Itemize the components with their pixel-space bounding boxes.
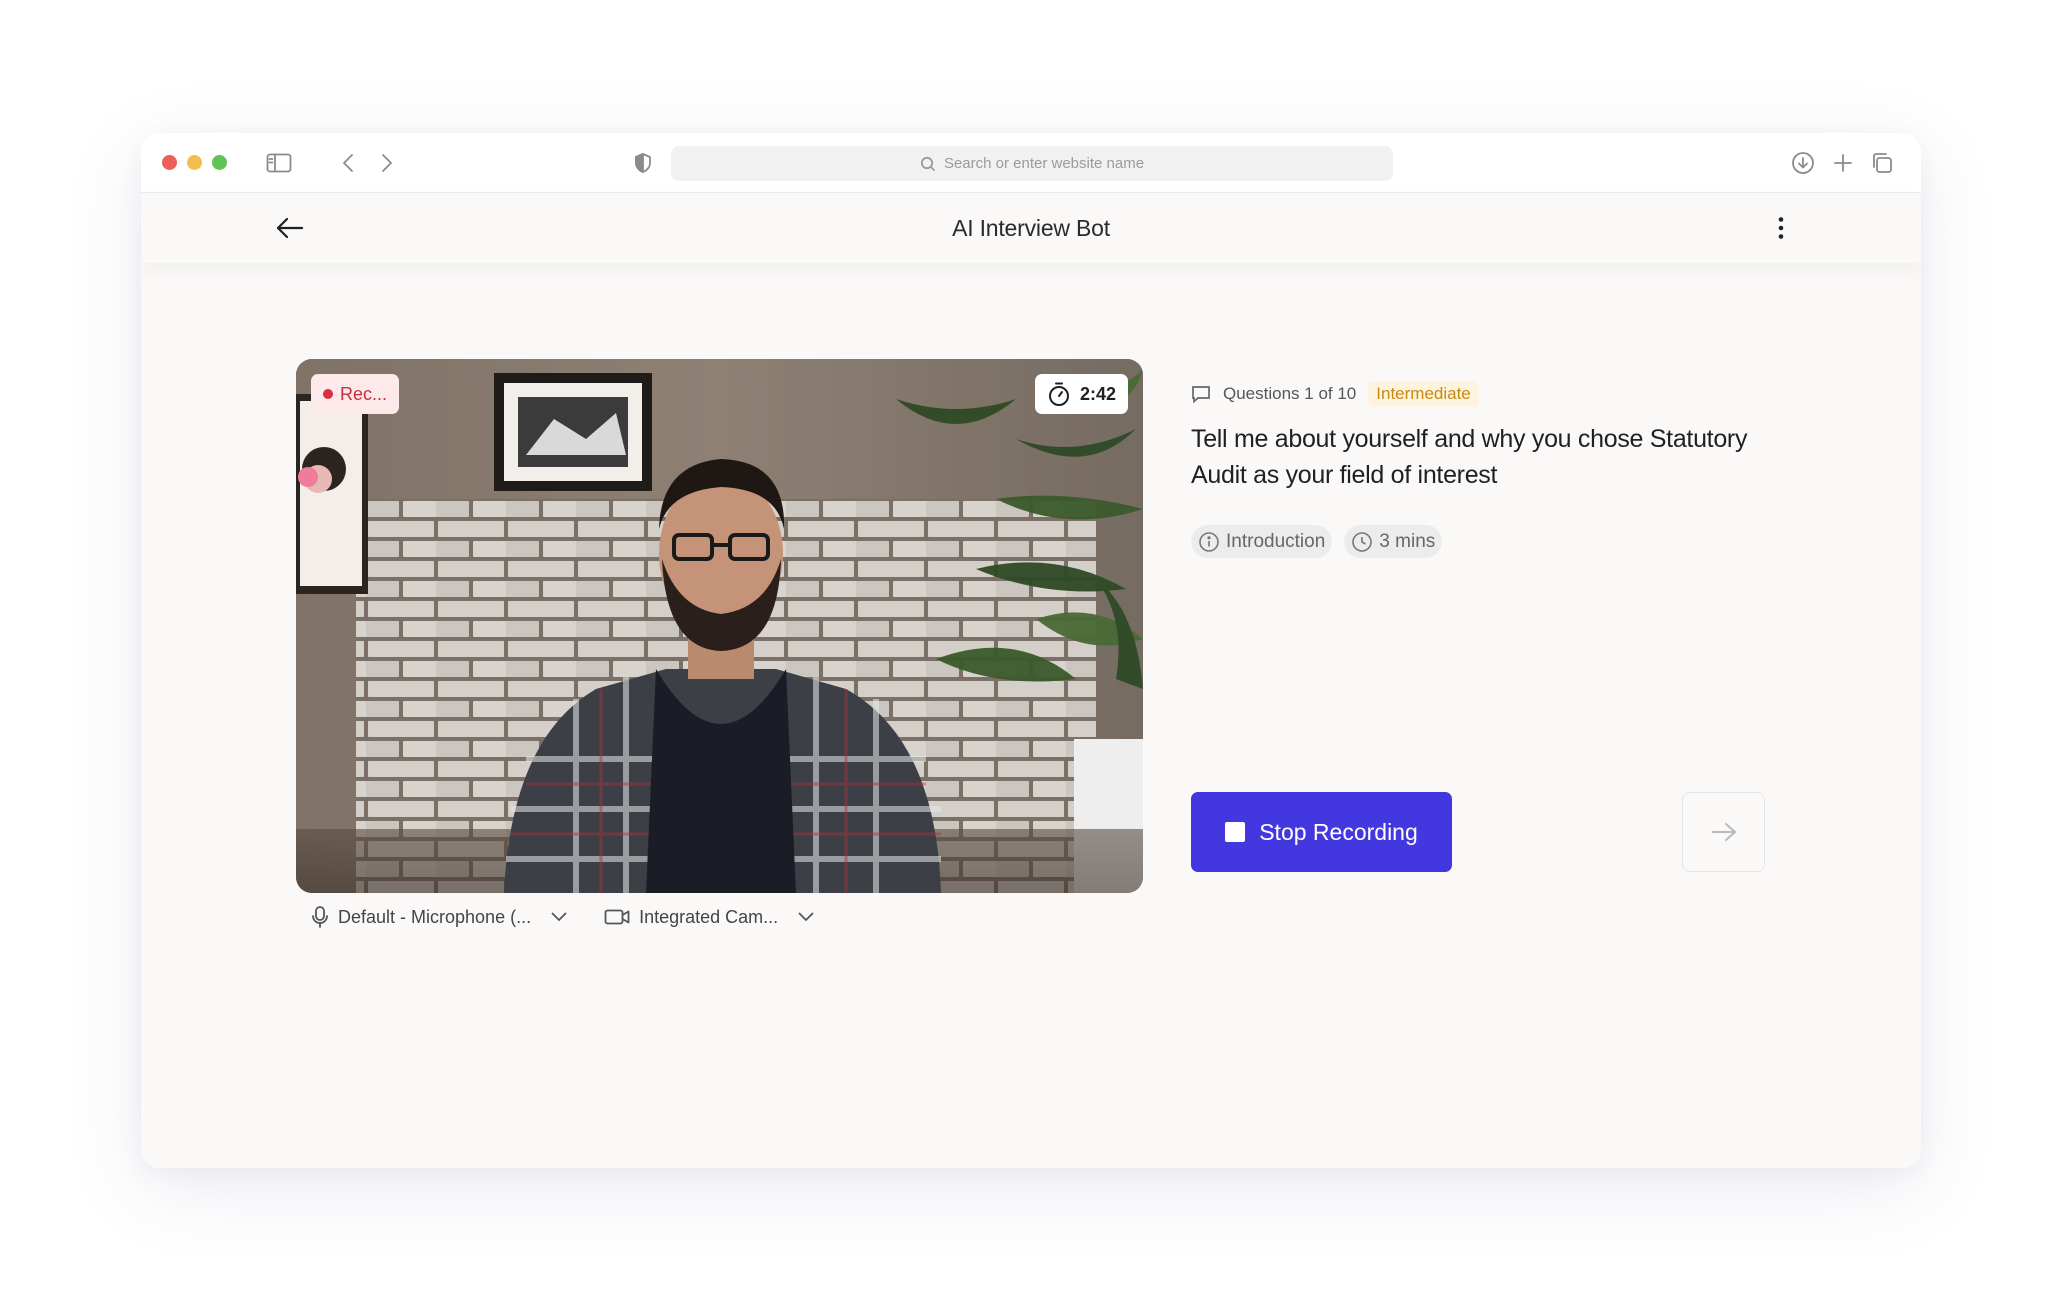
close-window-button[interactable] [162,155,177,170]
question-meta: Questions 1 of 10 Intermediate [1191,381,1479,407]
browser-toolbar: Search or enter website name [141,133,1921,193]
difficulty-badge: Intermediate [1368,381,1479,407]
sidebar-icon[interactable] [265,149,293,177]
stop-icon [1225,822,1246,842]
device-selectors: Default - Microphone (... Integrated Cam… [311,905,815,929]
camera-preview: Rec... 2:42 [296,359,1143,893]
tabs-icon[interactable] [1868,149,1896,177]
recording-dot-icon [323,389,333,399]
chevron-down-icon [551,912,567,922]
address-bar[interactable]: Search or enter website name [671,146,1393,181]
microphone-label: Default - Microphone (... [338,906,532,927]
microphone-select[interactable]: Default - Microphone (... [311,905,568,929]
info-icon [1199,531,1219,552]
plus-icon[interactable] [1829,149,1857,177]
forward-chevron-icon[interactable] [373,149,401,177]
duration-label: 3 mins [1379,530,1436,552]
page-title: AI Interview Bot [952,215,1110,241]
maximize-window-button[interactable] [212,155,227,170]
duration-tag: 3 mins [1344,525,1443,558]
stop-recording-button[interactable]: Stop Recording [1191,792,1452,872]
chevron-down-icon [798,912,814,922]
back-chevron-icon[interactable] [334,149,362,177]
question-counter: Questions 1 of 10 [1223,384,1357,403]
question-tags: Introduction 3 mins [1191,525,1443,558]
camera-feed-image [296,359,1143,893]
minimize-window-button[interactable] [187,155,202,170]
address-placeholder: Search or enter website name [943,155,1145,172]
download-icon[interactable] [1789,149,1817,177]
question-text: Tell me about yourself and why you chose… [1191,425,1748,489]
microphone-icon [312,906,328,928]
timer-badge: 2:42 [1034,374,1128,414]
category-tag: Introduction [1191,525,1333,558]
stopwatch-icon [1048,382,1069,406]
chat-bubble-icon [1192,386,1210,403]
app-header: AI Interview Bot [141,193,1921,263]
timer-value: 2:42 [1079,383,1116,404]
clock-icon [1352,531,1373,552]
recording-label: Rec... [340,383,388,404]
camera-label: Integrated Cam... [639,906,779,927]
shield-icon[interactable] [629,149,657,177]
search-icon [920,156,936,171]
category-label: Introduction [1226,530,1326,552]
recording-badge: Rec... [311,374,400,414]
stop-recording-label: Stop Recording [1259,818,1418,845]
video-camera-icon [604,909,630,925]
arrow-right-icon [1711,823,1736,841]
camera-select[interactable]: Integrated Cam... [604,907,815,928]
browser-window: Search or enter website name AI Intervie… [141,133,1921,1168]
more-options-icon[interactable] [1763,209,1799,247]
next-question-button[interactable] [1682,792,1765,872]
